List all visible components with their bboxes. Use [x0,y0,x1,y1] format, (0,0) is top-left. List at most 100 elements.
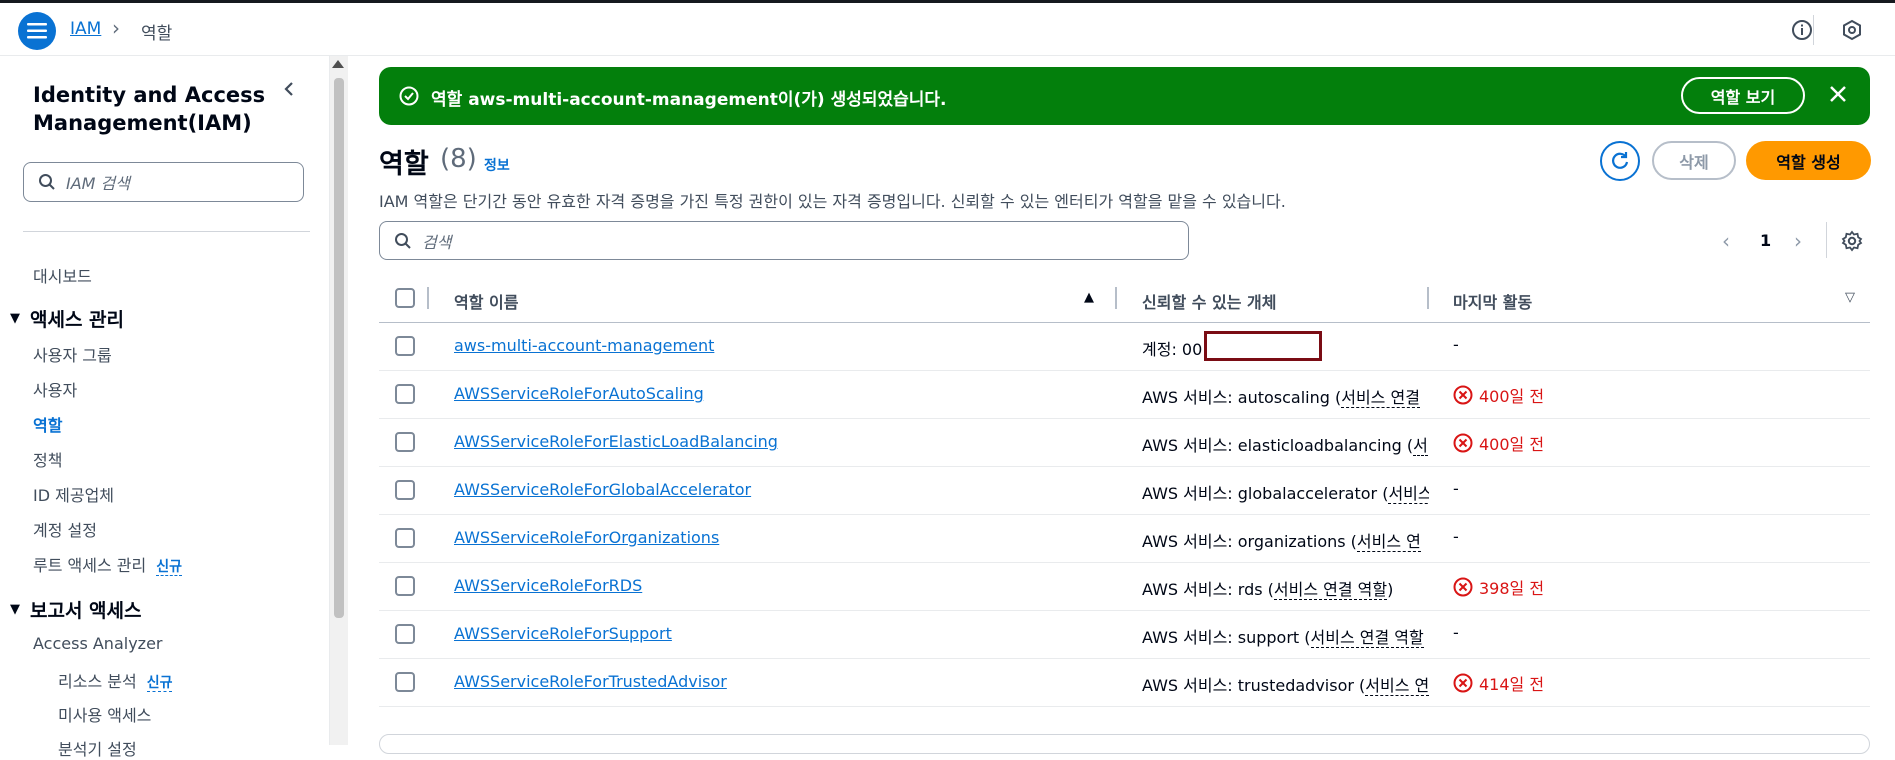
delete-button[interactable]: 삭제 [1652,141,1736,180]
success-flash-message: 역할 aws-multi-account-management이(가) 생성되었… [379,67,1870,125]
close-icon[interactable] [1827,83,1849,109]
select-all-checkbox[interactable] [395,288,415,308]
trusted-entity-cell: AWS 서비스: support (서비스 연결 역할 [1142,624,1429,648]
breadcrumb-iam[interactable]: IAM [70,19,101,39]
service-linked-role-link[interactable]: 서비스 [1388,484,1429,504]
last-activity-text: 400일 전 [1479,387,1545,406]
caret-down-icon: ▼ [10,602,20,617]
row-checkbox[interactable] [395,672,415,692]
column-role-name[interactable]: 역할 이름 [454,289,518,313]
view-role-button[interactable]: 역할 보기 [1681,77,1805,114]
error-icon [1453,385,1473,405]
column-divider[interactable] [1115,287,1117,309]
last-activity-text: 398일 전 [1479,579,1545,598]
service-linked-role-link[interactable]: 서비스 연 [1356,532,1421,552]
divider [1813,15,1814,45]
sort-ascending-icon[interactable]: ▲ [1084,290,1094,305]
nav-user-groups[interactable]: 사용자 그룹 [33,342,112,366]
divider [1826,222,1827,258]
row-checkbox[interactable] [395,384,415,404]
service-linked-role-link[interactable]: 서비스 연결 역할 [1310,628,1424,648]
role-name-link[interactable]: AWSServiceRoleForOrganizations [454,528,719,547]
sort-icon[interactable]: ▽ [1845,290,1855,305]
nav-access-analyzer[interactable]: Access Analyzer [33,634,162,653]
trusted-entity-cell: AWS 서비스: autoscaling (서비스 연결 [1142,384,1429,408]
last-activity-text: 400일 전 [1479,435,1545,454]
collapse-sidebar-icon[interactable] [280,80,298,102]
role-name-link[interactable]: AWSServiceRoleForElasticLoadBalancing [454,432,778,451]
role-name-link[interactable]: AWSServiceRoleForAutoScaling [454,384,704,403]
chevron-left-icon[interactable]: ‹ [1722,229,1730,253]
service-linked-role-link[interactable]: 서비스 연결 [1341,388,1420,408]
last-activity-cell: - [1453,527,1459,546]
nav-section-report-access[interactable]: ▼ 보고서 액세스 [10,596,142,623]
nav-unused-access[interactable]: 미사용 액세스 [58,702,151,726]
info-link[interactable]: 정보 [484,155,510,175]
service-linked-role-link[interactable]: 서비스 연결 역할 [1273,580,1388,600]
row-checkbox[interactable] [395,480,415,500]
page-number[interactable]: 1 [1760,231,1771,250]
menu-icon[interactable] [18,12,56,50]
trusted-entity-text: AWS 서비스: support ( [1142,628,1311,647]
hexagon-settings-icon[interactable] [1840,18,1864,42]
refresh-button[interactable] [1600,141,1640,181]
nav-root-access-management[interactable]: 루트 액세스 관리 신규 [33,552,182,576]
nav-resource-analysis[interactable]: 리소스 분석 신규 [58,668,173,692]
table-header: 역할 이름 ▲ 신뢰할 수 있는 개체 마지막 활동 ▽ [379,275,1870,323]
gear-icon[interactable] [1841,230,1863,256]
check-circle-icon [399,86,419,106]
last-activity-cell: - [1453,623,1459,642]
table-row: AWSServiceRoleForTrustedAdvisor AWS 서비스: … [379,659,1870,707]
redaction-box [1204,331,1322,361]
scrollbar-thumb[interactable] [334,78,344,618]
role-name-link[interactable]: AWSServiceRoleForSupport [454,624,672,643]
sidebar-search-input[interactable]: IAM 검색 [23,162,304,202]
column-divider[interactable] [1427,287,1429,309]
error-icon [1453,577,1473,597]
role-name-link[interactable]: AWSServiceRoleForGlobalAccelerator [454,480,751,499]
divider [23,231,310,232]
nav-roles[interactable]: 역할 [33,412,62,436]
chevron-right-icon[interactable]: › [1794,229,1802,253]
row-checkbox[interactable] [395,624,415,644]
search-placeholder: 검색 [422,232,452,252]
nav-dashboard[interactable]: 대시보드 [33,263,92,287]
trusted-entity-cell: AWS 서비스: elasticloadbalancing (서 [1142,432,1429,456]
sidebar-title[interactable]: Identity and Access Management(IAM) [33,81,273,137]
service-linked-role-link[interactable]: 서비스 연 [1365,676,1429,696]
section-label: 액세스 관리 [30,309,125,331]
trusted-entity-text: 계정: 00 [1142,340,1203,359]
column-trusted-entities[interactable]: 신뢰할 수 있는 개체 [1142,289,1276,313]
nav-identity-providers[interactable]: ID 제공업체 [33,482,114,506]
role-name-link[interactable]: aws-multi-account-management [454,336,714,355]
last-activity-text: - [1453,623,1459,642]
column-last-activity[interactable]: 마지막 활동 [1453,289,1532,313]
section-label: 보고서 액세스 [30,600,142,622]
role-name-link[interactable]: AWSServiceRoleForRDS [454,576,642,595]
trusted-entity-text: AWS 서비스: trustedadvisor ( [1142,676,1366,695]
create-role-button[interactable]: 역할 생성 [1746,141,1871,180]
role-name-link[interactable]: AWSServiceRoleForTrustedAdvisor [454,672,727,691]
caret-down-icon: ▼ [10,311,20,326]
new-badge: 신규 [156,559,182,576]
scroll-up-icon[interactable] [332,60,344,68]
last-activity-cell: - [1453,479,1459,498]
chevron-right-icon: › [112,16,120,40]
row-checkbox[interactable] [395,432,415,452]
table-row: AWSServiceRoleForOrganizations AWS 서비스: o… [379,515,1870,563]
search-icon [39,174,55,190]
table-row: AWSServiceRoleForGlobalAccelerator AWS 서비… [379,467,1870,515]
row-checkbox[interactable] [395,336,415,356]
trusted-entity-text: AWS 서비스: globalaccelerator ( [1142,484,1389,503]
search-input[interactable]: 검색 [379,221,1189,260]
nav-account-settings[interactable]: 계정 설정 [33,517,97,541]
nav-users[interactable]: 사용자 [33,377,77,401]
nav-policies[interactable]: 정책 [33,447,62,471]
info-circle-icon[interactable] [1790,18,1814,42]
service-linked-role-link[interactable]: 서 [1413,436,1428,456]
page-description: IAM 역할은 단기간 동안 유효한 자격 증명을 가진 특정 권한이 있는 자… [379,192,1286,211]
row-checkbox[interactable] [395,576,415,596]
row-checkbox[interactable] [395,528,415,548]
nav-analyzer-settings[interactable]: 분석기 설정 [58,736,137,760]
nav-section-access-management[interactable]: ▼ 액세스 관리 [10,305,124,332]
